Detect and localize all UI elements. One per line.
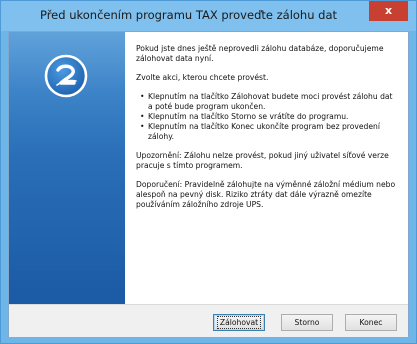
option-backup-text: Klepnutím na tlačítko Zálohovat budete m… xyxy=(140,92,398,112)
dialog-client-area: Pokud jste dnes ještě neprovedli zálohu … xyxy=(8,31,409,337)
title-bar[interactable]: Před ukončením programu TAX proveďte zál… xyxy=(1,1,416,31)
option-cancel-text: Klepnutím na tlačítko Storno se vrátíte … xyxy=(140,112,398,122)
button-bar: Zálohovat Storno Konec xyxy=(9,304,408,337)
sidebar-panel xyxy=(9,32,125,304)
exit-button-label: Konec xyxy=(359,318,383,327)
cancel-button-label: Storno xyxy=(294,318,320,327)
choose-action-text: Zvolte akci, kterou chcete provést. xyxy=(136,73,269,82)
exit-button[interactable]: Konec xyxy=(345,314,397,331)
message-content: Pokud jste dnes ještě neprovedli zálohu … xyxy=(136,44,398,219)
recommendation-text: Doporučení: Pravidelně zálohujte na výmě… xyxy=(136,180,396,209)
backup-button-label: Zálohovat xyxy=(216,316,262,329)
intro-text: Pokud jste dnes ještě neprovedli zálohu … xyxy=(136,44,384,63)
close-button[interactable]: x xyxy=(369,1,408,21)
backup-dialog-window: Před ukončením programu TAX proveďte zál… xyxy=(0,0,417,344)
cancel-button[interactable]: Storno xyxy=(281,314,333,331)
window-title: Před ukončením programu TAX proveďte zál… xyxy=(39,8,338,22)
warning-text: Upozornění: Zálohu nelze provést, pokud … xyxy=(136,151,389,170)
option-exit-text: Klepnutím na tlačítko Konec ukončíte pro… xyxy=(140,122,398,142)
backup-button[interactable]: Zálohovat xyxy=(213,314,265,331)
options-list: Klepnutím na tlačítko Zálohovat budete m… xyxy=(136,92,398,142)
tax-program-logo-icon xyxy=(44,54,88,98)
